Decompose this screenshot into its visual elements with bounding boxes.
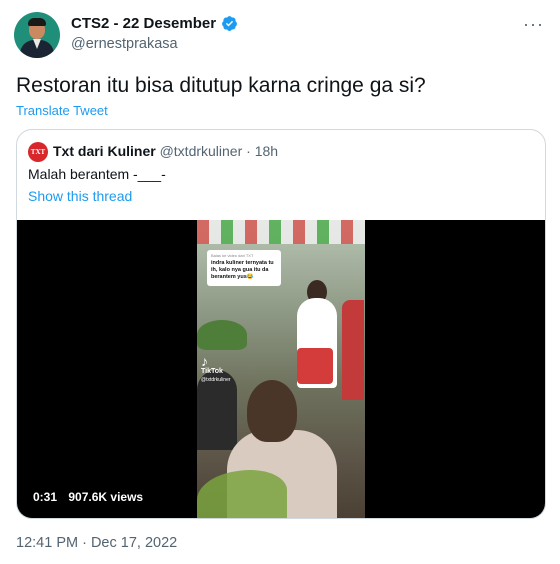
video-frame: Balas ke video dari TXT indra kuliner te… (197, 220, 365, 518)
bunting-decoration (197, 220, 365, 244)
author-avatar[interactable] (14, 12, 60, 58)
caption-main-text: indra kuliner ternyata tu ih, kalo nya g… (211, 260, 274, 280)
author-name-row: CTS2 - 22 Desember (71, 15, 238, 32)
verified-badge-icon (222, 16, 238, 31)
tiktok-label: TikTok (201, 368, 223, 375)
quoted-author-handle-time: @txtdrkuliner · 18h (159, 143, 279, 159)
more-options-icon[interactable]: ··· (523, 14, 544, 35)
tweet-timestamp[interactable]: 12:41 PM · Dec 17, 2022 (16, 535, 177, 551)
translate-tweet-link[interactable]: Translate Tweet (16, 103, 108, 118)
quoted-author-avatar[interactable]: TXT (28, 142, 48, 162)
author-handle[interactable]: @ernestprakasa (71, 36, 178, 52)
tiktok-handle: @txtdrkuliner (201, 377, 231, 383)
author-display-name[interactable]: CTS2 - 22 Desember (71, 15, 216, 32)
video-views: 907.6K views (68, 490, 144, 504)
tiktok-logo-icon: ♪ (201, 353, 208, 369)
video-player[interactable]: Balas ke video dari TXT indra kuliner te… (17, 220, 545, 518)
show-thread-link[interactable]: Show this thread (28, 188, 132, 204)
video-duration: 0:31 (33, 490, 58, 504)
avatar-hair (28, 18, 46, 26)
red-apron (297, 348, 333, 384)
tweet-text: Restoran itu bisa ditutup karna cringe g… (16, 74, 426, 97)
quoted-tweet-card[interactable]: TXT Txt dari Kuliner @txtdrkuliner · 18h… (16, 129, 546, 519)
foreground-plant (197, 470, 287, 518)
quoted-author-line: Txt dari Kuliner @txtdrkuliner · 18h (53, 143, 278, 159)
foreground-person-hair (247, 380, 297, 442)
quoted-tweet-text: Malah berantem -___- (28, 166, 166, 182)
person-figure-right (342, 300, 364, 400)
tiktok-watermark: ♪ TikTok @txtdrkuliner (201, 354, 231, 384)
plant-decoration (197, 320, 247, 350)
quoted-author-name[interactable]: Txt dari Kuliner (53, 143, 156, 159)
caption-reply-label: Balas ke video dari TXT (211, 253, 254, 258)
video-caption-box: Balas ke video dari TXT indra kuliner te… (207, 250, 281, 286)
video-stats: 0:31 907.6K views (33, 490, 143, 504)
